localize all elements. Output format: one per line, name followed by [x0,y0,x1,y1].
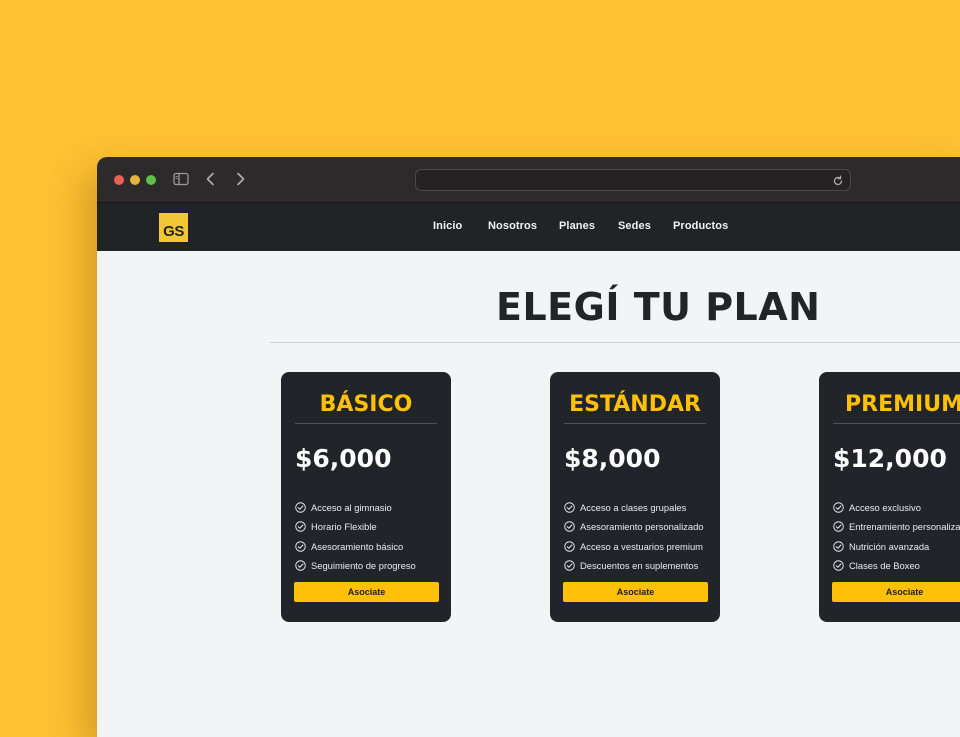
plan-name: PREMIUM [845,392,960,417]
feature-text: Nutrición avanzada [849,540,930,552]
nav-link-nosotros[interactable]: Nosotros [488,220,537,232]
feature-item: Entrenamiento personalizado [833,517,960,536]
browser-window: GS Inicio Nosotros Planes Sedes Producto… [97,157,960,737]
site-navbar: GS Inicio Nosotros Planes Sedes Producto… [97,203,960,251]
plan-name: ESTÁNDAR [569,392,701,417]
feature-text: Acceso exclusivo [849,502,921,514]
feature-text: Asesoramiento básico [311,540,404,552]
page-content: ELEGÍ TU PLAN BÁSICO $6,000 Acceso al gi… [97,251,960,737]
title-divider [270,342,960,343]
asociate-button[interactable]: Asociate [294,582,439,602]
sidebar-toggle-icon[interactable] [173,171,189,192]
asociate-button[interactable]: Asociate [563,582,708,602]
check-circle-icon [295,560,306,571]
plan-card-basico: BÁSICO $6,000 Acceso al gimnasio Horario… [281,372,451,622]
check-circle-icon [833,502,844,513]
feature-item: Acceso al gimnasio [295,498,416,517]
feature-text: Acceso al gimnasio [311,502,392,514]
feature-text: Entrenamiento personalizado [849,521,960,533]
feature-item: Asesoramiento personalizado [564,517,704,536]
feature-item: Horario Flexible [295,517,416,536]
reload-icon[interactable] [832,174,844,192]
card-divider [564,423,706,424]
feature-text: Acceso a vestuarios premium [580,540,703,552]
feature-list: Acceso exclusivo Entrenamiento personali… [833,498,960,575]
feature-text: Seguimiento de progreso [311,560,416,572]
browser-toolbar [97,157,960,203]
check-circle-icon [564,560,575,571]
feature-item: Clases de Boxeo [833,556,960,575]
feature-item: Acceso a clases grupales [564,498,704,517]
feature-item: Seguimiento de progreso [295,556,416,575]
back-arrow-icon[interactable] [204,171,218,192]
feature-text: Descuentos en suplementos [580,560,699,572]
plan-card-premium: PREMIUM $12,000 Acceso exclusivo Entrena… [819,372,960,622]
card-divider [295,423,437,424]
feature-list: Acceso al gimnasio Horario Flexible Ases… [295,498,416,575]
check-circle-icon [564,502,575,513]
check-circle-icon [833,521,844,533]
check-circle-icon [295,541,306,552]
feature-item: Nutrición avanzada [833,537,960,556]
feature-text: Clases de Boxeo [849,560,920,572]
feature-text: Asesoramiento personalizado [580,521,704,533]
check-circle-icon [564,521,575,533]
feature-item: Asesoramiento básico [295,537,416,556]
plan-price: $6,000 [295,444,392,473]
feature-text: Horario Flexible [311,521,377,533]
check-circle-icon [295,521,306,533]
close-window-button[interactable] [114,175,124,185]
plan-card-estandar: ESTÁNDAR $8,000 Acceso a clases grupales… [550,372,720,622]
page-title: ELEGÍ TU PLAN [496,285,821,329]
nav-link-inicio[interactable]: Inicio [433,220,462,232]
check-circle-icon [833,560,844,571]
plan-name: BÁSICO [319,392,413,417]
feature-list: Acceso a clases grupales Asesoramiento p… [564,498,704,575]
check-circle-icon [564,541,575,552]
feature-item: Acceso exclusivo [833,498,960,517]
check-circle-icon [833,541,844,552]
check-circle-icon [295,502,306,513]
forward-arrow-icon[interactable] [233,171,247,192]
plan-price: $8,000 [564,444,661,473]
card-divider [833,423,960,424]
feature-item: Acceso a vestuarios premium [564,537,704,556]
asociate-button[interactable]: Asociate [832,582,960,602]
nav-link-sedes[interactable]: Sedes [618,220,651,232]
nav-link-productos[interactable]: Productos [673,220,728,232]
maximize-window-button[interactable] [146,175,156,185]
minimize-window-button[interactable] [130,175,140,185]
nav-links: Inicio Nosotros Planes Sedes Productos [97,203,960,251]
nav-link-planes[interactable]: Planes [559,220,595,232]
plan-price: $12,000 [833,444,947,473]
feature-text: Acceso a clases grupales [580,502,687,514]
feature-item: Descuentos en suplementos [564,556,704,575]
address-bar[interactable] [415,169,851,191]
